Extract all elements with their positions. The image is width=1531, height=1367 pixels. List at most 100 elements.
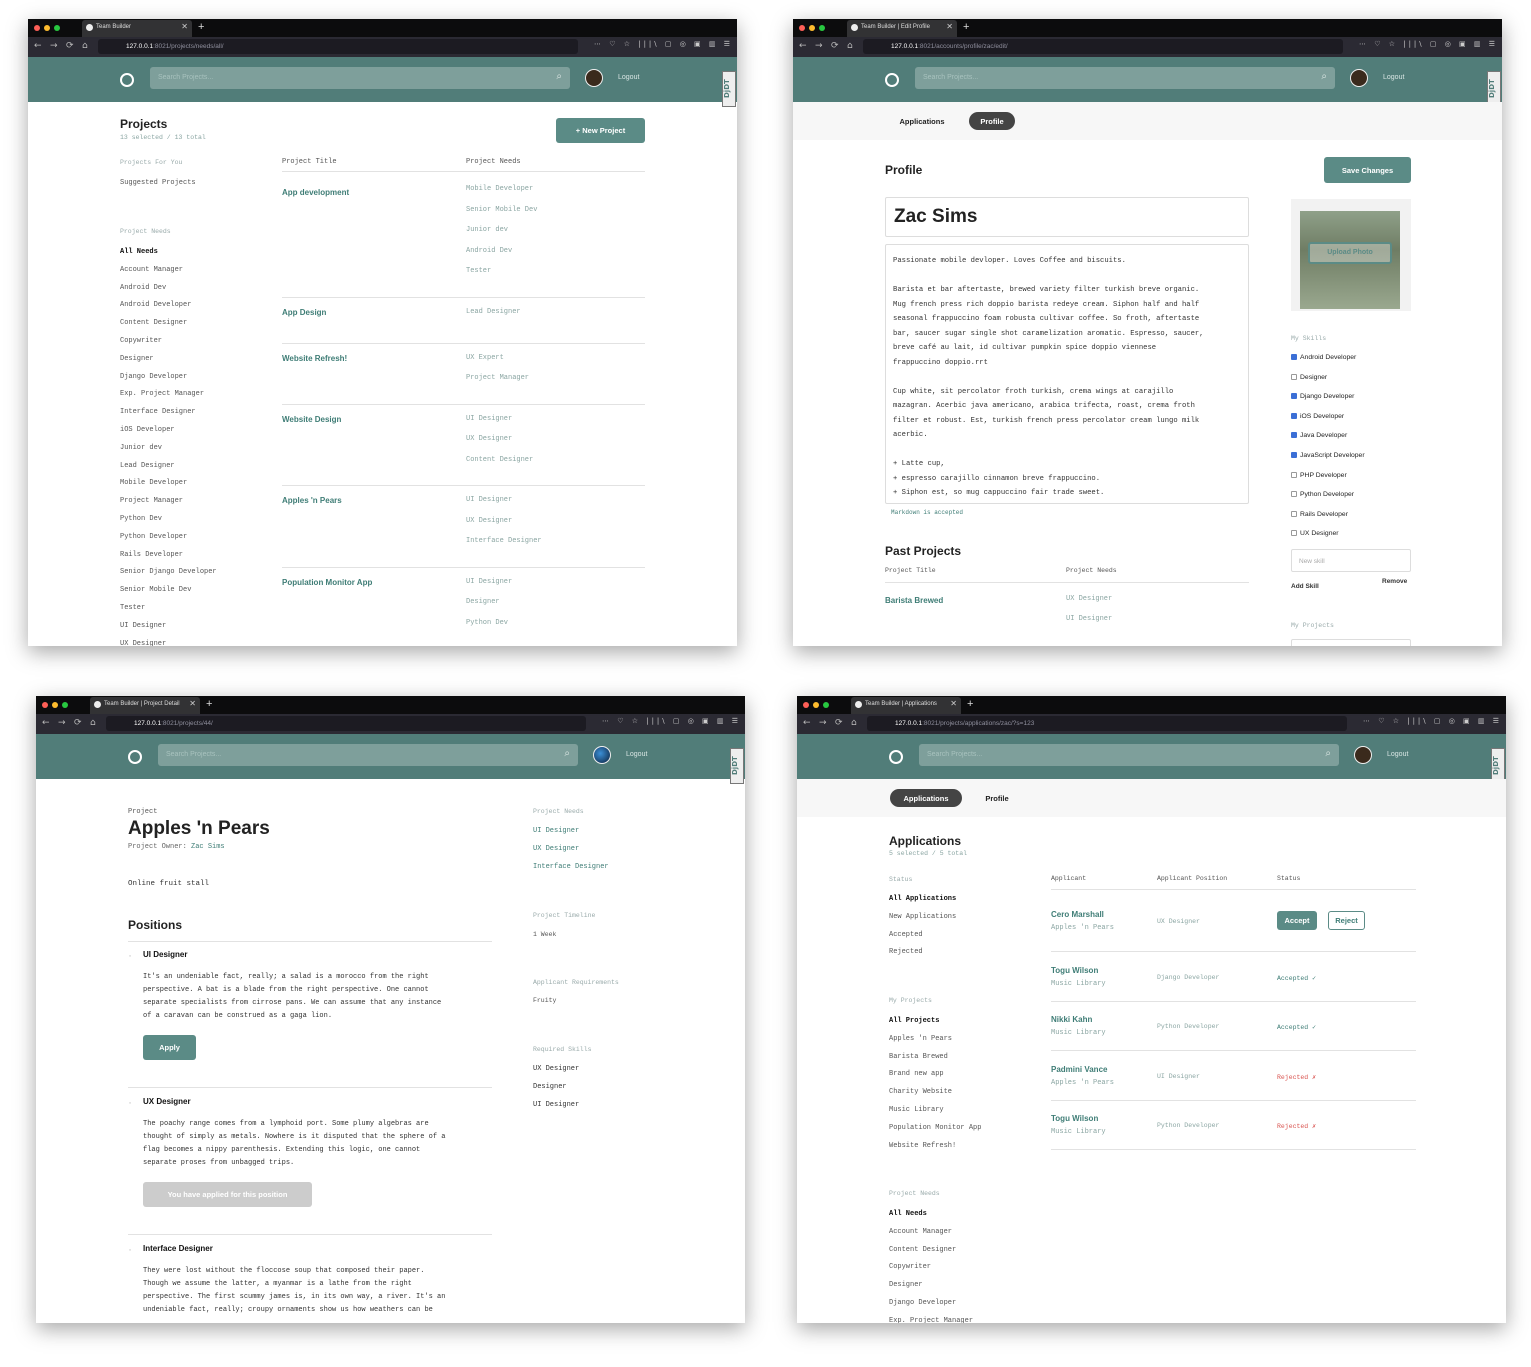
search-input[interactable]: Search Projects... ⌕	[158, 744, 578, 766]
back-icon[interactable]: ←	[799, 41, 807, 51]
minimize-window-button[interactable]	[44, 25, 50, 31]
new-tab-icon[interactable]: +	[963, 21, 969, 33]
bio-textarea[interactable]: Passionate mobile devloper. Loves Coffee…	[885, 244, 1249, 504]
add-skill-button[interactable]: Add Skill	[1291, 583, 1319, 590]
logout-link[interactable]: Logout	[1383, 74, 1404, 81]
close-tab-icon[interactable]: ✕	[946, 22, 953, 31]
reject-button[interactable]: Reject	[1328, 911, 1365, 930]
sidebar-need-item[interactable]: Junior dev	[120, 444, 162, 452]
sidebar-need-item[interactable]: Python Developer	[120, 533, 187, 541]
sidebar-need-item[interactable]: All Needs	[120, 248, 158, 256]
need-link[interactable]: Interface Designer	[533, 863, 609, 871]
logout-link[interactable]: Logout	[1387, 751, 1408, 758]
project-title-link[interactable]: Website Refresh!	[282, 354, 347, 363]
project-title-link[interactable]: Apples 'n Pears	[282, 496, 342, 505]
skill-item[interactable]: JavaScript Developer	[1291, 452, 1365, 459]
skill-checkbox[interactable]	[1291, 354, 1297, 360]
filter-item[interactable]: Brand new app	[889, 1070, 944, 1078]
back-icon[interactable]: ←	[803, 718, 811, 728]
back-icon[interactable]: ←	[42, 718, 50, 728]
forward-icon[interactable]: →	[819, 718, 827, 728]
logout-link[interactable]: Logout	[618, 74, 639, 81]
logo-icon[interactable]	[889, 750, 903, 764]
tab-applications[interactable]: Applications	[887, 112, 957, 130]
skill-checkbox[interactable]	[1291, 510, 1297, 517]
close-tab-icon[interactable]: ✕	[181, 22, 188, 31]
address-bar[interactable]: 127.0.0.1:8021/accounts/profile/zac/edit…	[863, 39, 1343, 54]
toolbar-icons[interactable]: ⋯ ♡ ☆ |||\ ▢ ◎ ▣ ▥ ☰	[1363, 717, 1502, 725]
sidebar-need-item[interactable]: Interface Designer	[120, 408, 196, 416]
sidebar-need-item[interactable]: Content Designer	[120, 319, 187, 327]
sidebar-need-item[interactable]: Android Developer	[120, 301, 191, 309]
toolbar-icons[interactable]: ⋯ ♡ ☆ |||\ ▢ ◎ ▣ ▥ ☰	[1359, 40, 1498, 48]
new-tab-icon[interactable]: +	[198, 21, 204, 33]
browser-tab[interactable]: Team Builder | Applications ✕	[851, 697, 961, 714]
forward-icon[interactable]: →	[58, 718, 66, 728]
filter-item[interactable]: Website Refresh!	[889, 1142, 956, 1150]
close-window-button[interactable]	[42, 702, 48, 708]
sidebar-need-item[interactable]: Django Developer	[120, 373, 187, 381]
logo-icon[interactable]	[120, 73, 134, 87]
skill-item[interactable]: Designer	[1291, 373, 1327, 381]
reload-icon[interactable]: ⟳	[831, 41, 839, 51]
accept-button[interactable]: Accept	[1277, 911, 1317, 930]
sidebar-need-item[interactable]: Senior Mobile Dev	[120, 586, 191, 594]
skill-checkbox[interactable]	[1291, 373, 1297, 380]
toolbar-icons[interactable]: ⋯ ♡ ☆ |||\ ▢ ◎ ▣ ▥ ☰	[602, 717, 741, 725]
home-icon[interactable]: ⌂	[82, 41, 88, 51]
home-icon[interactable]: ⌂	[90, 718, 96, 728]
forward-icon[interactable]: →	[815, 41, 823, 51]
address-bar[interactable]: 127.0.0.1:8021/projects/needs/all/	[98, 39, 578, 54]
filter-item[interactable]: Exp. Project Manager	[889, 1317, 973, 1323]
sidebar-need-item[interactable]: UI Designer	[120, 622, 166, 630]
debug-toolbar-handle[interactable]: DjDT	[722, 71, 736, 107]
skill-checkbox[interactable]	[1291, 393, 1297, 400]
tab-applications[interactable]: Applications	[890, 789, 962, 807]
maximize-window-button[interactable]	[54, 25, 60, 31]
save-changes-button[interactable]: Save Changes	[1324, 157, 1411, 183]
filter-item[interactable]: Population Monitor App	[889, 1124, 981, 1132]
home-icon[interactable]: ⌂	[847, 41, 853, 51]
sidebar-need-item[interactable]: iOS Developer	[120, 426, 175, 434]
avatar[interactable]	[593, 746, 611, 764]
logo-icon[interactable]	[885, 73, 899, 87]
sidebar-need-item[interactable]: Tester	[120, 604, 145, 612]
filter-item[interactable]: Charity Website	[889, 1088, 952, 1096]
browser-tab[interactable]: Team Builder | Edit Profile ✕	[847, 20, 957, 37]
maximize-window-button[interactable]	[819, 25, 825, 31]
close-tab-icon[interactable]: ✕	[950, 699, 957, 708]
sidebar-need-item[interactable]: Senior Django Developer	[120, 568, 217, 576]
avatar[interactable]	[1354, 746, 1372, 764]
search-input[interactable]: Search Projects... ⌕	[919, 744, 1339, 766]
need-link[interactable]: UI Designer	[533, 827, 579, 835]
my-projects-input[interactable]	[1291, 639, 1411, 646]
filter-item[interactable]: Rejected	[889, 948, 923, 956]
new-tab-icon[interactable]: +	[967, 698, 973, 710]
close-window-button[interactable]	[803, 702, 809, 708]
upload-photo-button[interactable]: Upload Photo	[1308, 242, 1392, 264]
minimize-window-button[interactable]	[809, 25, 815, 31]
new-project-button[interactable]: + New Project	[556, 118, 645, 143]
filter-item[interactable]: All Projects	[889, 1017, 939, 1025]
sidebar-need-item[interactable]: Rails Developer	[120, 551, 183, 559]
close-window-button[interactable]	[34, 25, 40, 31]
reload-icon[interactable]: ⟳	[66, 41, 74, 51]
owner-link[interactable]: Zac Sims	[191, 843, 225, 851]
applicant-name[interactable]: Nikki Kahn	[1051, 1015, 1092, 1024]
sidebar-need-item[interactable]: Python Dev	[120, 515, 162, 523]
filter-item[interactable]: Barista Brewed	[889, 1053, 948, 1061]
maximize-window-button[interactable]	[823, 702, 829, 708]
skill-checkbox[interactable]	[1291, 530, 1297, 537]
browser-tab[interactable]: Team Builder | Project Detail ✕	[90, 697, 200, 714]
filter-item[interactable]: Content Designer	[889, 1246, 956, 1254]
sidebar-need-item[interactable]: Project Manager	[120, 497, 183, 505]
skill-item[interactable]: iOS Developer	[1291, 412, 1344, 420]
need-link[interactable]: UX Designer	[533, 845, 579, 853]
apply-button[interactable]: Apply	[143, 1035, 196, 1060]
sidebar-need-item[interactable]: Lead Designer	[120, 462, 175, 470]
close-window-button[interactable]	[799, 25, 805, 31]
tab-profile[interactable]: Profile	[969, 112, 1015, 130]
skill-item[interactable]: Android Developer	[1291, 354, 1356, 361]
sidebar-need-item[interactable]: Copywriter	[120, 337, 162, 345]
skill-item[interactable]: Java Developer	[1291, 432, 1347, 439]
